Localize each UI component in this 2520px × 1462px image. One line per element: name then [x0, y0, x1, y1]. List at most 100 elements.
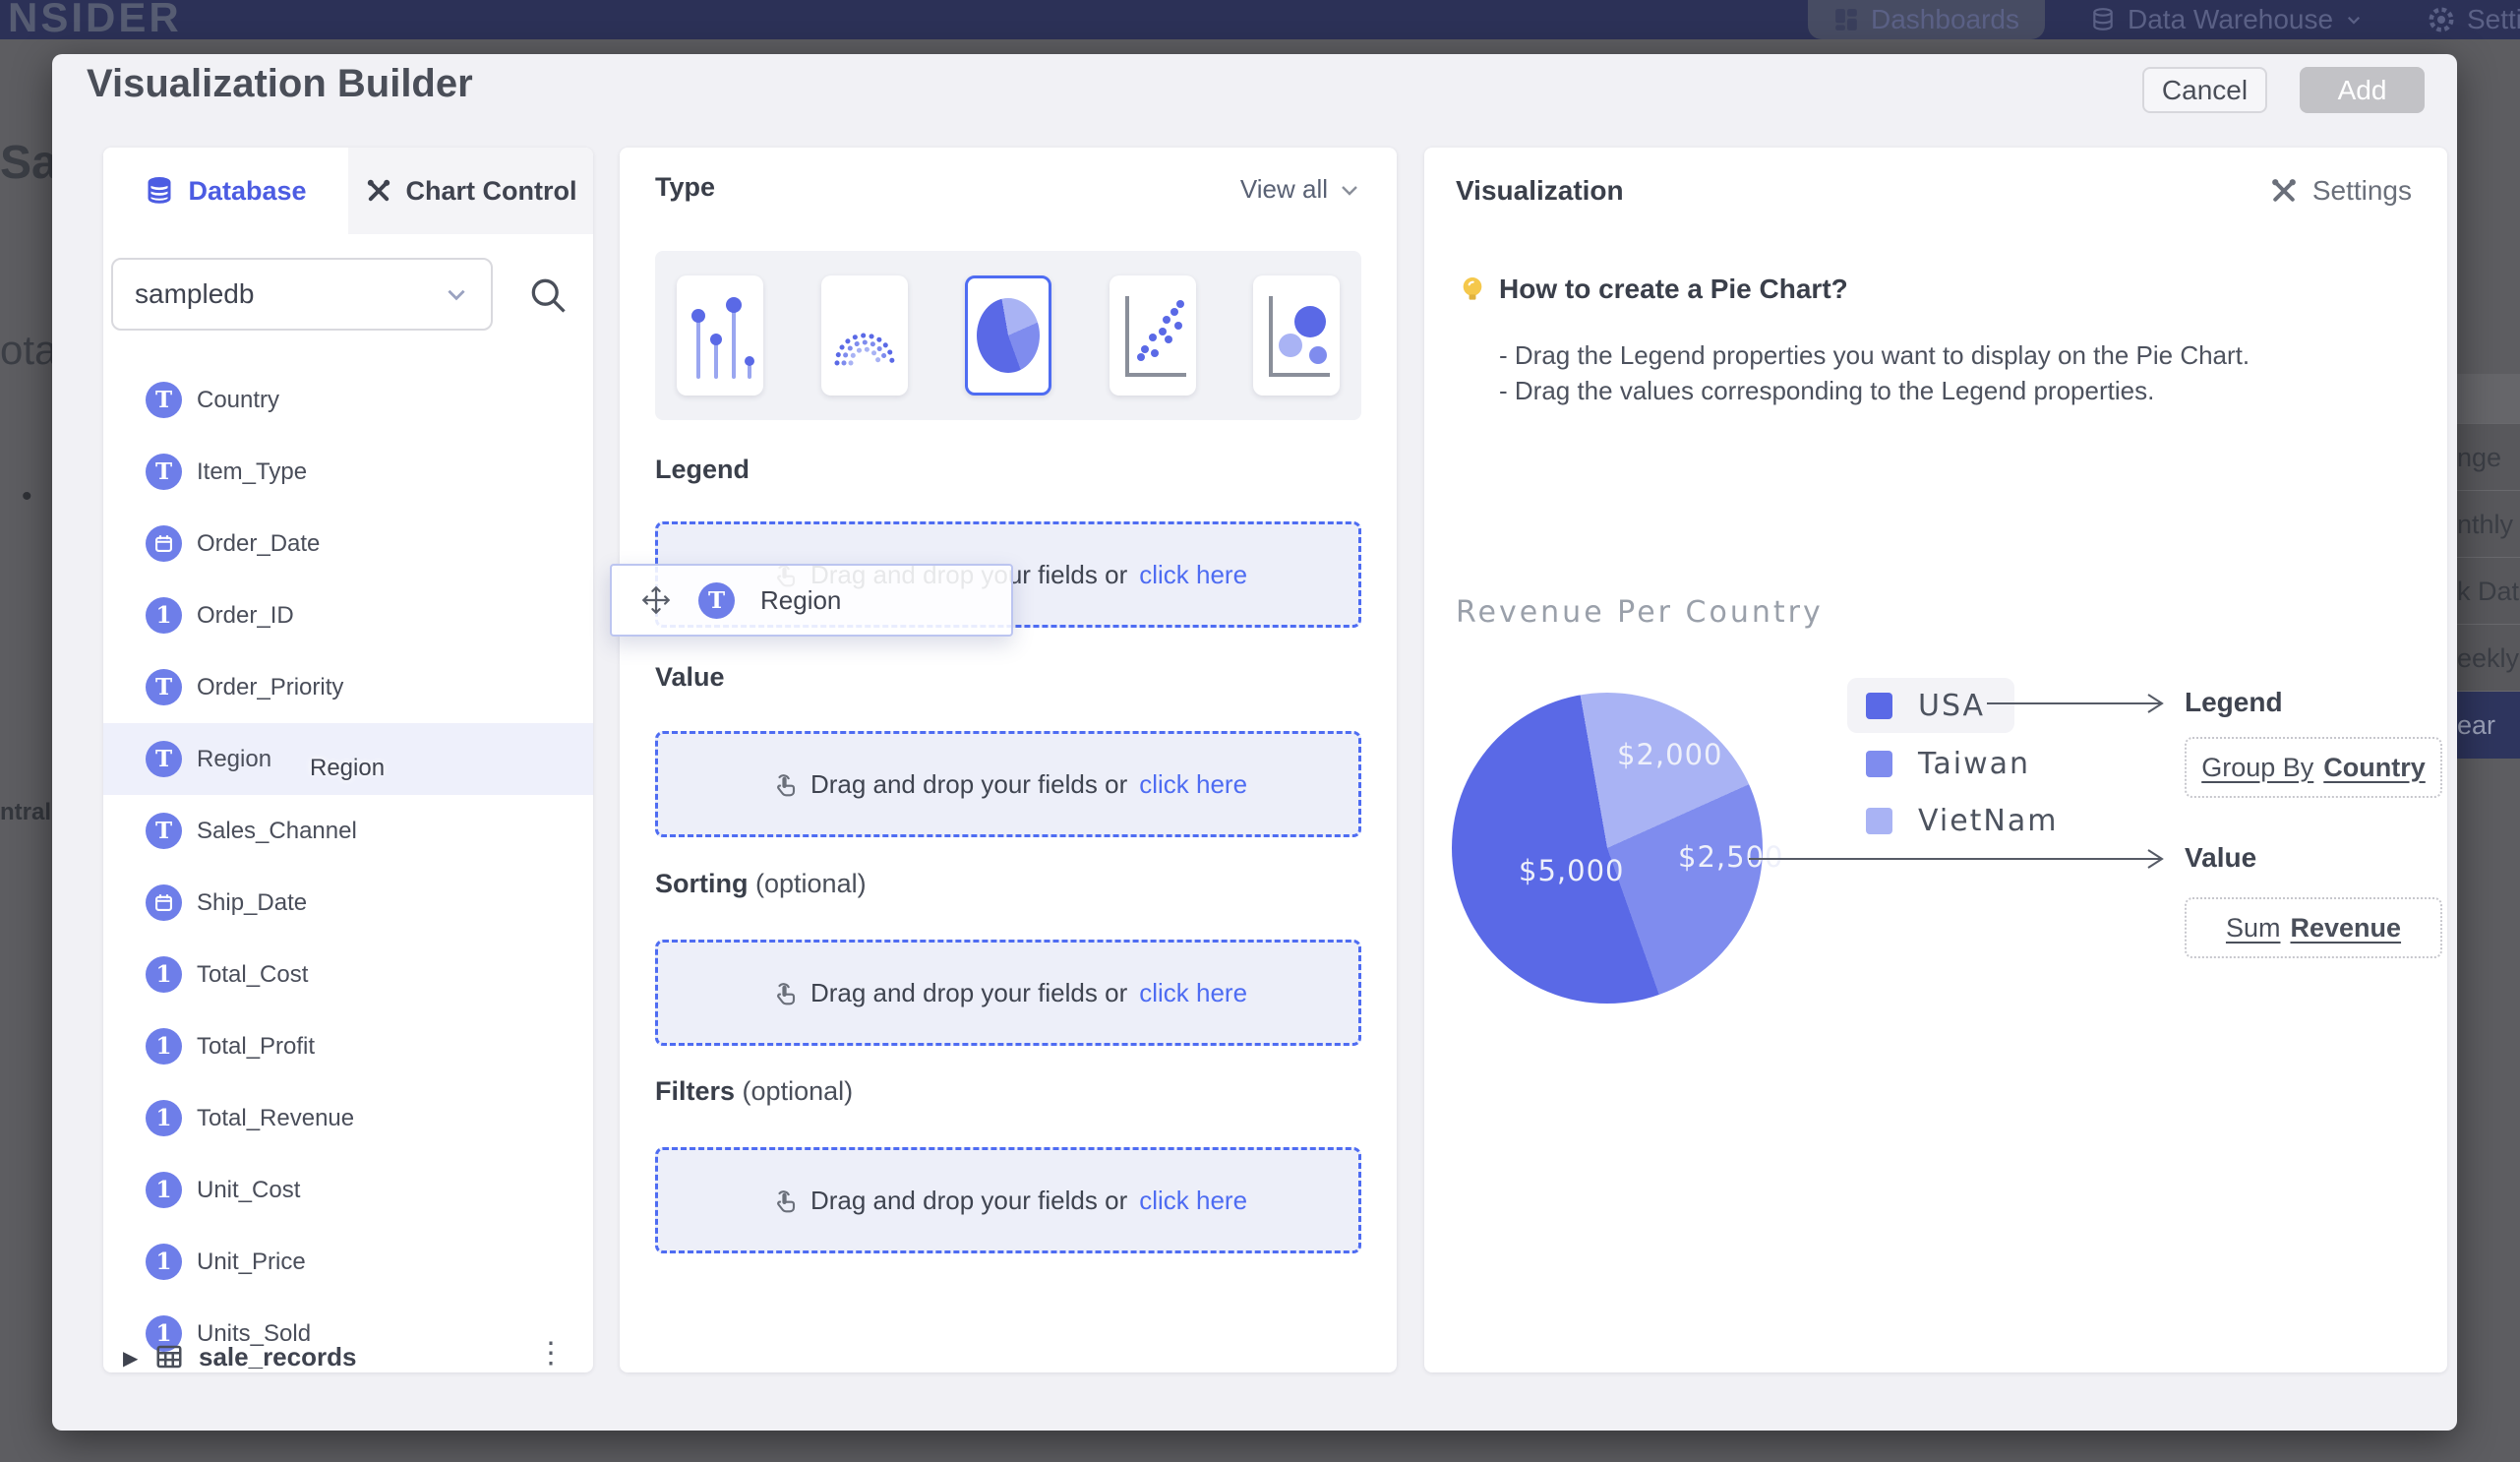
- tab-chart-control[interactable]: Chart Control: [348, 148, 593, 234]
- add-button[interactable]: Add: [2300, 67, 2425, 113]
- tap-hand-icon: [769, 769, 799, 799]
- legend-swatch: [1866, 751, 1892, 777]
- number-field-icon: 1: [146, 1244, 182, 1280]
- legend-swatch: [1866, 808, 1892, 834]
- number-field-icon: 1: [146, 1028, 182, 1065]
- field-row[interactable]: TCountry: [103, 364, 593, 436]
- nav-data-warehouse[interactable]: Data Warehouse: [2090, 0, 2363, 39]
- bg-menu-item[interactable]: eekly: [2457, 624, 2520, 692]
- visualization-builder-modal: Visualization Builder Cancel Add Databas…: [52, 54, 2457, 1431]
- bg-fragment-ota: ota: [0, 327, 57, 374]
- chart-type-lollipop[interactable]: [677, 275, 763, 396]
- chart-type-bubble[interactable]: [1253, 275, 1340, 396]
- legend-mapping-box[interactable]: Group By Country: [2185, 737, 2442, 798]
- click-here-link[interactable]: click here: [1139, 560, 1247, 590]
- chevron-down-icon: [1338, 178, 1361, 202]
- expand-arrow-icon[interactable]: ▶: [123, 1346, 138, 1371]
- bg-menu-item[interactable]: nge: [2457, 423, 2520, 491]
- filters-drop-zone[interactable]: Drag and drop your fields or click here: [655, 1147, 1361, 1253]
- field-row[interactable]: TItem_Type: [103, 436, 593, 508]
- nav-settings[interactable]: Setti: [2428, 0, 2520, 39]
- text-field-icon: T: [146, 813, 182, 849]
- howto-bullet: - Drag the Legend properties you want to…: [1499, 340, 2250, 371]
- legend-swatch: [1866, 693, 1892, 719]
- field-row[interactable]: 1Unit_Price: [103, 1226, 593, 1298]
- cancel-button[interactable]: Cancel: [2142, 67, 2267, 113]
- app-brand: NSIDER: [8, 0, 182, 41]
- section-legend-label: Legend: [655, 455, 750, 485]
- legend-item-vietnam[interactable]: VietNam: [1866, 804, 2058, 838]
- builder-panel: Type View all: [620, 148, 1397, 1372]
- field-row[interactable]: 1Order_ID: [103, 579, 593, 651]
- click-here-link[interactable]: click here: [1139, 978, 1247, 1008]
- nav-dashboards[interactable]: Dashboards: [1808, 0, 2045, 39]
- field-row[interactable]: 1Unit_Cost: [103, 1154, 593, 1226]
- kebab-menu-icon[interactable]: ⋮: [536, 1336, 566, 1371]
- database-panel: Database Chart Control sampledb TCountry…: [103, 148, 593, 1372]
- chevron-down-icon: [444, 281, 469, 307]
- pie-value-usa: $5,000: [1519, 854, 1624, 887]
- lightbulb-icon: [1457, 274, 1488, 305]
- annotation-value-heading: Value: [2185, 842, 2256, 874]
- field-row[interactable]: Ship_Date: [103, 867, 593, 939]
- sorting-drop-zone[interactable]: Drag and drop your fields or click here: [655, 940, 1361, 1046]
- settings-button[interactable]: Settings: [2269, 175, 2412, 207]
- number-field-icon: 1: [146, 597, 182, 634]
- database-icon: [145, 176, 174, 206]
- move-icon: [639, 583, 673, 617]
- chart-type-pie-selected[interactable]: [965, 275, 1051, 396]
- text-field-icon: T: [146, 454, 182, 490]
- top-navigation-bar: NSIDER Dashboards Data Warehouse Setti: [0, 0, 2520, 39]
- section-sorting-label: Sorting (optional): [655, 869, 867, 899]
- number-field-icon: 1: [146, 956, 182, 993]
- chart-type-strip: [655, 251, 1361, 420]
- field-row-selected[interactable]: TRegion: [103, 723, 593, 795]
- text-field-icon: T: [146, 741, 182, 777]
- field-row[interactable]: TOrder_Priority: [103, 651, 593, 723]
- bg-menu-item[interactable]: nthly: [2457, 490, 2520, 558]
- tools-icon: [2269, 176, 2299, 206]
- field-row[interactable]: 1Total_Revenue: [103, 1082, 593, 1154]
- visualization-header: Visualization: [1456, 175, 1624, 207]
- chart-title: Revenue Per Country: [1456, 595, 1824, 630]
- field-row[interactable]: Order_Date: [103, 508, 593, 579]
- search-icon[interactable]: [526, 274, 570, 317]
- tab-database[interactable]: Database: [103, 148, 348, 234]
- date-field-icon: [146, 884, 182, 921]
- click-here-link[interactable]: click here: [1139, 1186, 1247, 1216]
- howto-bullet: - Drag the values corresponding to the L…: [1499, 376, 2154, 406]
- modal-title: Visualization Builder: [87, 62, 473, 106]
- value-drop-zone[interactable]: Drag and drop your fields or click here: [655, 731, 1361, 837]
- view-all-dropdown[interactable]: View all: [1240, 174, 1361, 205]
- type-label: Type: [655, 172, 715, 203]
- tap-hand-icon: [769, 1186, 799, 1215]
- visualization-panel: Visualization Settings How to create a P…: [1424, 148, 2447, 1372]
- chart-type-scatter[interactable]: [1110, 275, 1196, 396]
- howto-title: How to create a Pie Chart?: [1499, 274, 1848, 305]
- pie-icon: [977, 298, 1040, 373]
- legend-item-usa[interactable]: USA: [1866, 689, 1985, 723]
- field-row[interactable]: 1Total_Cost: [103, 939, 593, 1010]
- text-field-icon: T: [698, 582, 735, 619]
- annotation-legend-heading: Legend: [2185, 687, 2283, 718]
- field-row[interactable]: 1Total_Profit: [103, 1010, 593, 1082]
- dragged-field-chip[interactable]: T Region: [610, 564, 1013, 637]
- value-mapping-box[interactable]: Sum Revenue: [2185, 897, 2442, 958]
- bg-menu-item-selected[interactable]: ear: [2457, 691, 2520, 759]
- dashboard-grid-icon: [1833, 7, 1859, 32]
- date-field-icon: [146, 525, 182, 562]
- panel-tabs: Database Chart Control: [103, 148, 593, 234]
- chart-type-arc[interactable]: [821, 275, 908, 396]
- section-value-label: Value: [655, 662, 725, 693]
- number-field-icon: 1: [146, 1100, 182, 1136]
- pie-value-vietnam: $2,000: [1617, 738, 1722, 771]
- database-select[interactable]: sampledb: [111, 258, 493, 331]
- number-field-icon: 1: [146, 1172, 182, 1208]
- field-row[interactable]: TSales_Channel: [103, 795, 593, 867]
- table-row-sale-records[interactable]: ▶ sale_records ⋮: [103, 1328, 593, 1372]
- click-here-link[interactable]: click here: [1139, 769, 1247, 800]
- legend-item-taiwan[interactable]: Taiwan: [1866, 747, 2030, 781]
- database-icon: [2090, 7, 2116, 32]
- table-icon: [154, 1342, 184, 1371]
- bg-menu-item[interactable]: k Date: [2457, 557, 2520, 625]
